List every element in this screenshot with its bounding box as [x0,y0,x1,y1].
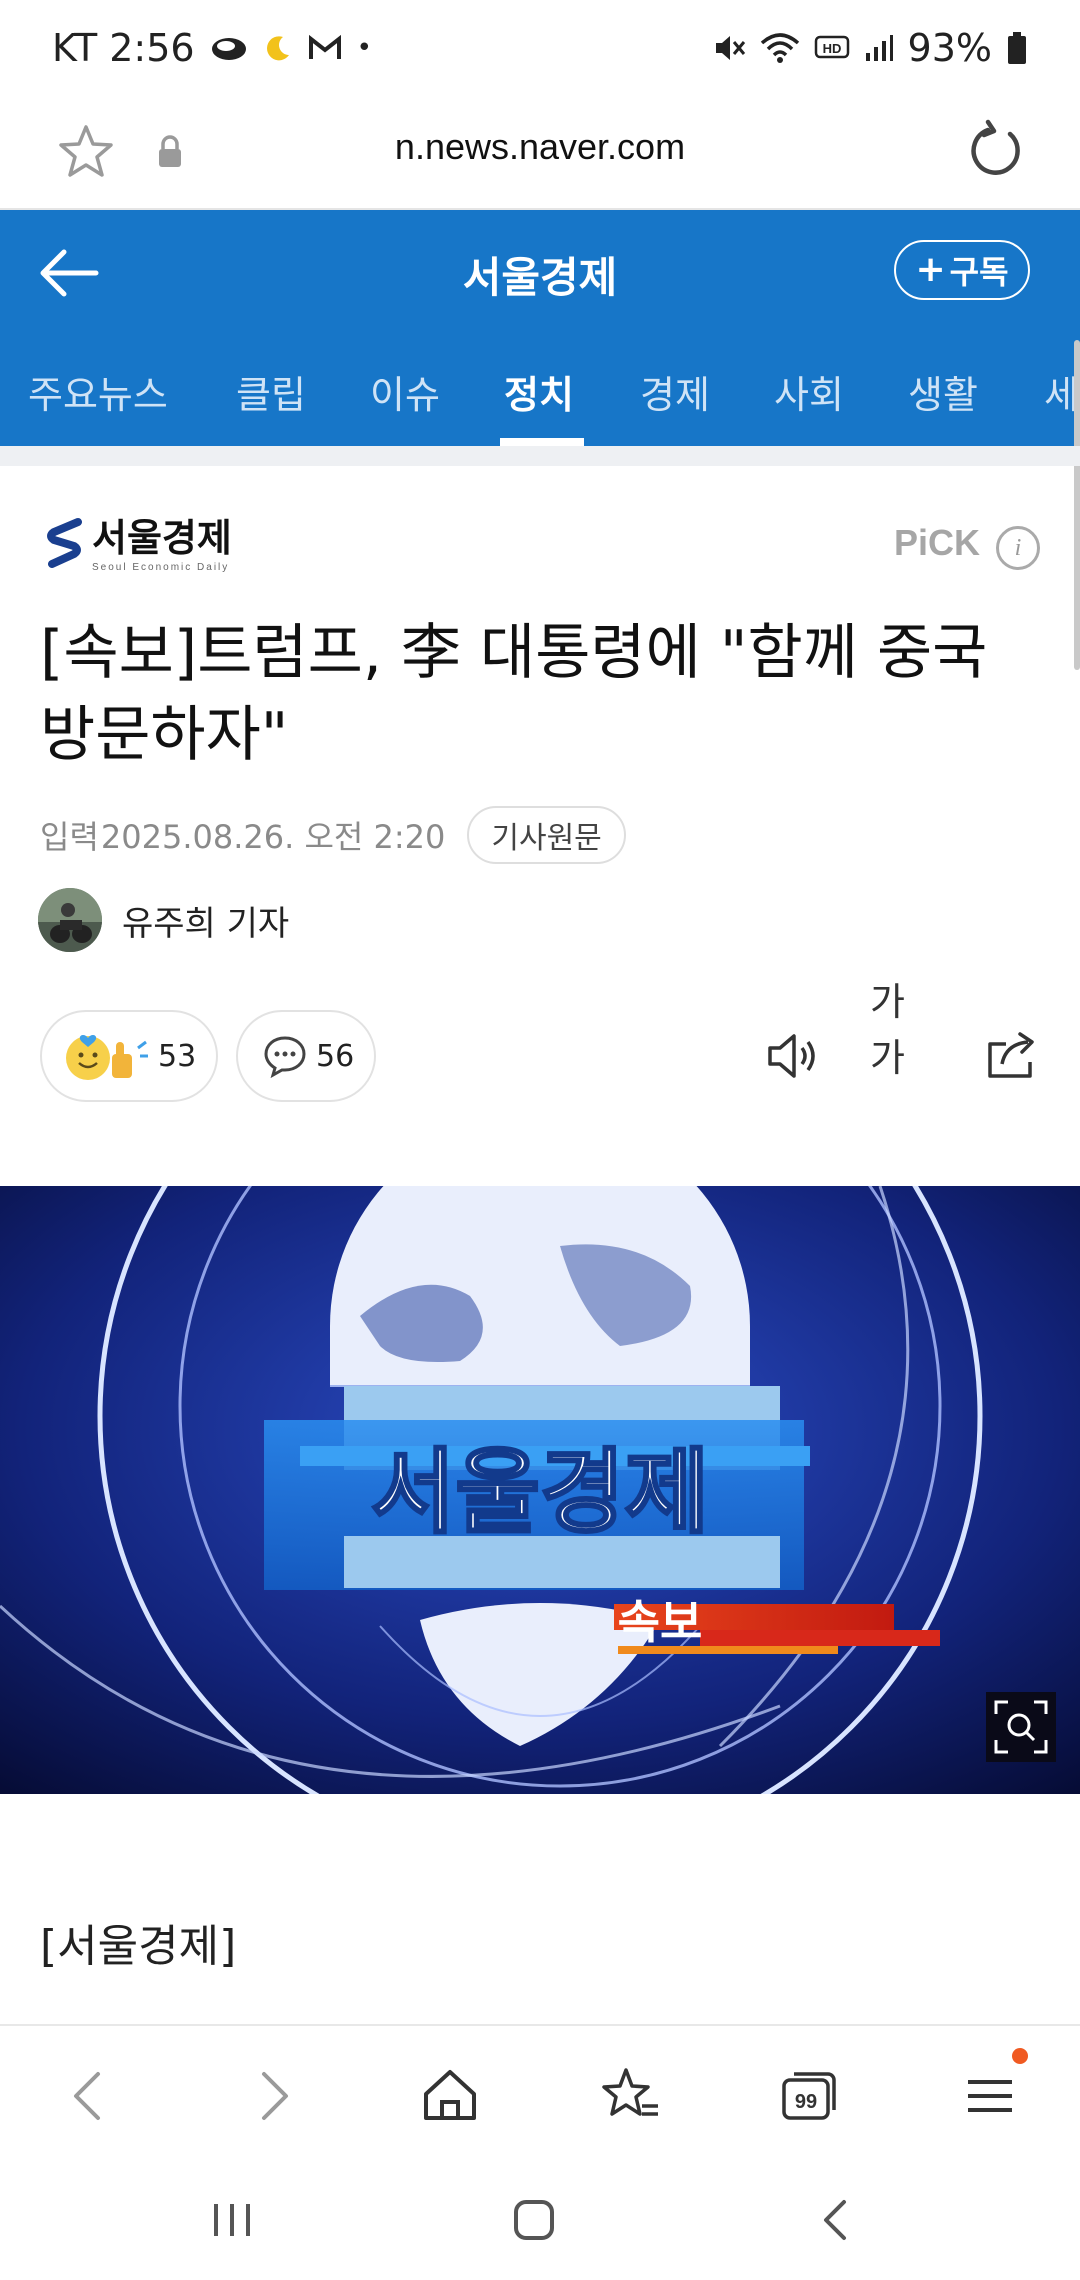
press-logo-subtitle: Seoul Economic Daily [92,562,230,573]
status-bar: KT 2:56 • HD 93% [0,0,1080,100]
hero-tag-text: 속보 [618,1595,703,1649]
font-size-label: 가가 [870,980,905,1080]
tab-politics[interactable]: 정치 [504,364,574,419]
press-logo-name: 서울경제 [92,516,232,560]
hero-logo-text: 서울경제 [371,1439,710,1546]
battery-percent: 93% [907,26,992,70]
reporter-name: 유주희 기자 [122,903,290,944]
original-article-button[interactable]: 기사원문 [467,806,626,864]
browser-forward-icon[interactable] [240,2064,304,2128]
image-zoom-button[interactable] [986,1692,1056,1762]
breaking-news-graphic: 서울경제 속보 [0,1186,1080,1794]
comment-count: 56 [316,1038,355,1074]
subscribe-button[interactable]: + 구독 [894,240,1030,300]
reporter[interactable]: 유주희 기자 [38,888,289,952]
reaction-button[interactable]: 53 [40,1010,218,1102]
tabs-icon[interactable]: 99 [778,2064,842,2128]
status-left: KT 2:56 • [52,26,372,70]
publish-date: 2025.08.26. 오전 2:20 [100,818,446,856]
android-back-icon[interactable] [806,2190,866,2250]
text-to-speech-icon[interactable] [766,1026,820,1086]
tab-clip[interactable]: 클립 [236,364,306,419]
tab-society[interactable]: 사회 [774,364,844,419]
avatar [38,888,102,952]
tab-main-news[interactable]: 주요뉴스 [28,364,168,419]
tab-issue[interactable]: 이슈 [370,364,440,419]
article-body-start: [서울경제] [40,1921,237,1972]
reaction-count: 53 [158,1038,197,1074]
mute-icon [715,36,745,60]
home-icon[interactable] [418,2064,482,2128]
subscribe-label: 구독 [949,253,1009,291]
tab-economy[interactable]: 경제 [640,364,710,419]
press-logo[interactable]: 서울경제 Seoul Economic Daily [46,516,232,573]
zoom-icon [994,1700,1048,1754]
bookmarks-icon[interactable] [598,2064,662,2128]
info-icon[interactable]: i [996,526,1040,570]
section-divider [0,446,1080,466]
notification-dot [1012,2048,1028,2064]
signal-icon [865,35,893,61]
tab-life[interactable]: 생활 [908,364,978,419]
pick-label: PiCK [893,522,980,563]
font-size-button[interactable]: 가가 [870,980,934,1086]
category-nav: 주요뉴스 클립 이슈 정치 경제 사회 생활 세 [0,334,1080,446]
gmail-icon [308,34,341,59]
android-nav-bar [0,2160,1080,2280]
emoji-reaction-icon [66,1035,148,1080]
share-icon[interactable] [984,1026,1040,1086]
cloud-icon [211,38,246,60]
hero-image[interactable]: 서울경제 속보 [0,1186,1080,1794]
browser-back-icon[interactable] [58,2064,122,2128]
wifi-icon [760,33,799,63]
svg-text:99: 99 [795,2091,817,2113]
comment-icon [264,1036,306,1079]
meta-label: 입력 [40,818,99,856]
android-home-icon[interactable] [504,2190,564,2250]
recent-apps-icon[interactable] [202,2190,262,2250]
seoul-economic-logo-icon [47,518,82,568]
plus-icon: + [915,249,946,290]
comment-button[interactable]: 56 [236,1010,376,1102]
article-meta: 입력 2025.08.26. 오전 2:20 기사원문 [40,806,626,864]
press-header: 서울경제 + 구독 [0,210,1080,334]
svg-text:HD: HD [822,41,841,56]
reload-icon[interactable] [964,118,1028,182]
browser-bottom-bar: 99 [0,2024,1080,2160]
status-dot: • [356,33,372,63]
hd-icon: HD [814,35,849,59]
article-headline: [속보]트럼프, 李 대통령에 "함께 중국 방문하자" [40,618,988,770]
url-bar: n.news.naver.com [0,100,1080,210]
moon-icon [266,36,289,61]
active-tab-indicator [500,438,584,446]
menu-icon[interactable] [958,2064,1022,2128]
scrollbar-thumb[interactable] [1074,340,1080,670]
status-right: HD 93% [712,26,1028,70]
url-text[interactable]: n.news.naver.com [0,126,1080,168]
carrier-time: KT 2:56 [52,26,195,70]
battery-icon [1008,32,1026,64]
